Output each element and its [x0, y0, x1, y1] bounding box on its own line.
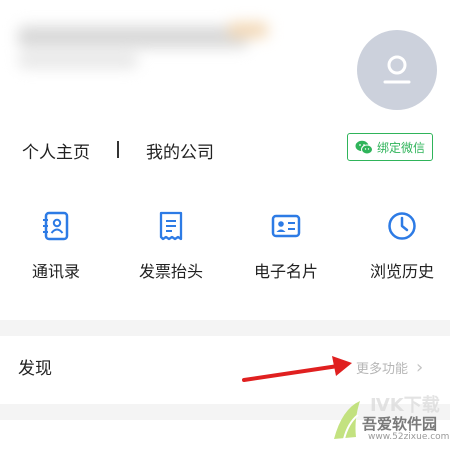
business-card-icon — [271, 214, 301, 238]
avatar[interactable] — [357, 30, 437, 110]
contacts-icon — [43, 211, 69, 241]
shortcut-business-card[interactable]: 电子名片 — [236, 210, 336, 282]
shortcut-browse-history[interactable]: 浏览历史 — [352, 210, 450, 282]
link-separator — [117, 141, 119, 158]
discover-title: 发现 — [18, 359, 52, 379]
watermark-text: 吾爱软件园 — [362, 415, 438, 433]
shortcut-contacts[interactable]: 通讯录 — [6, 210, 106, 282]
shortcut-label: 电子名片 — [253, 262, 318, 281]
section-divider — [0, 320, 450, 336]
wechat-icon — [355, 140, 373, 154]
my-company-link[interactable]: 我的公司 — [146, 138, 214, 163]
user-placeholder-icon — [383, 55, 411, 84]
watermark-url: www.52zixue.com — [368, 432, 450, 442]
bind-wechat-label: 绑定微信 — [376, 140, 425, 155]
shortcut-label: 浏览历史 — [369, 262, 434, 281]
shortcut-invoice[interactable]: 发票抬头 — [121, 210, 221, 282]
invoice-icon — [159, 211, 183, 241]
user-name-blurred — [18, 22, 268, 78]
shortcut-label: 发票抬头 — [138, 262, 203, 281]
bind-wechat-button[interactable]: 绑定微信 — [347, 133, 433, 161]
chevron-right-icon: › — [416, 357, 424, 378]
clock-icon — [388, 212, 416, 240]
personal-homepage-link[interactable]: 个人主页 — [22, 138, 90, 163]
annotation-arrow-icon — [242, 356, 352, 382]
shortcut-label: 通讯录 — [31, 262, 80, 281]
